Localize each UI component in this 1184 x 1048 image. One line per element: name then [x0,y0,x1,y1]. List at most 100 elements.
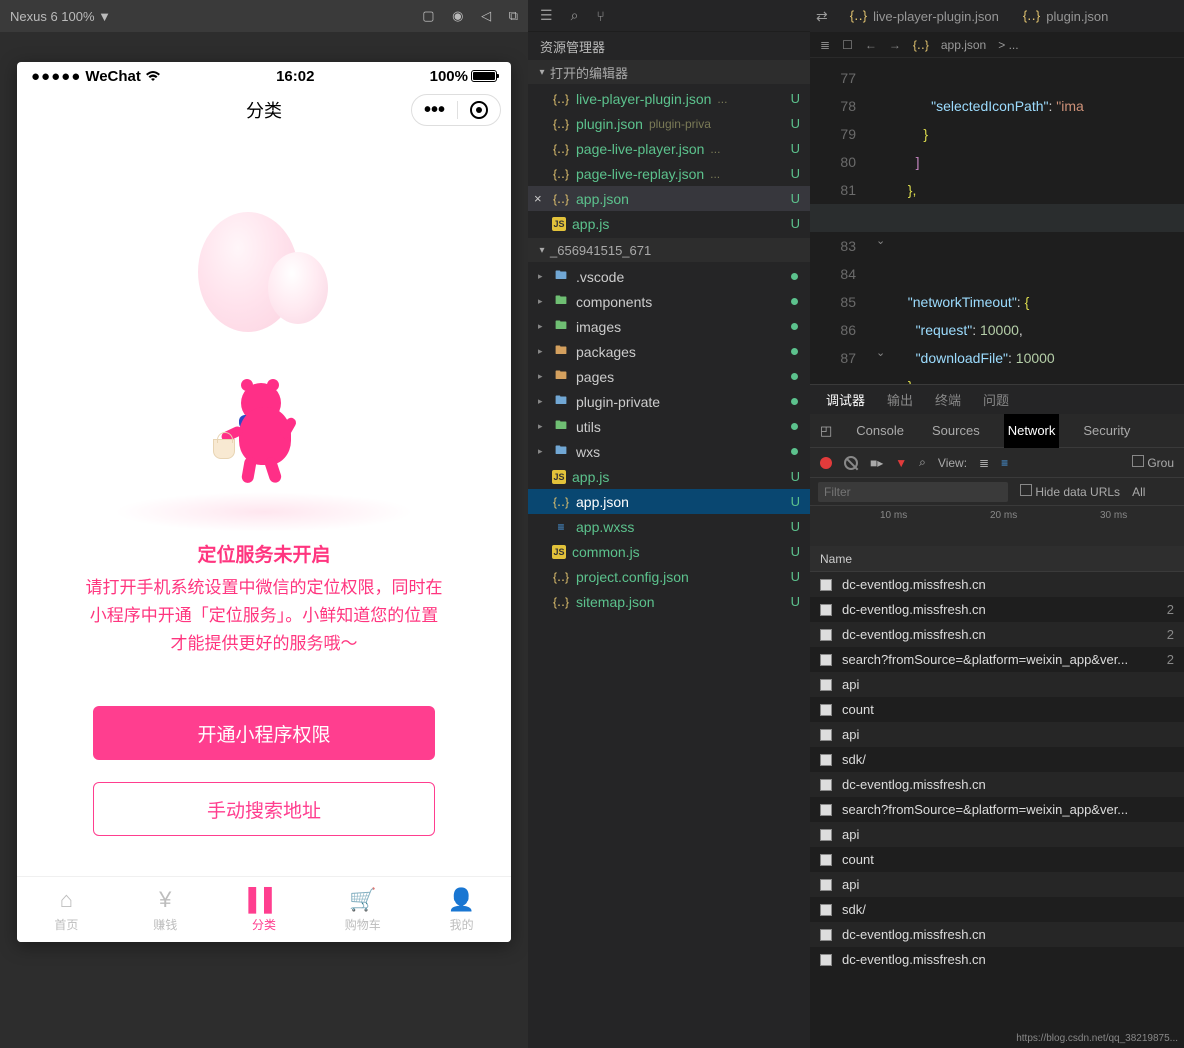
editor-tab[interactable]: {‥}live-player-plugin.json [838,0,1011,32]
search-icon[interactable]: ⌕ [919,455,926,470]
cart-icon: 🛒 [349,887,376,913]
record-icon[interactable] [820,457,832,469]
breadcrumb-more[interactable]: > ... [998,38,1018,52]
folder-item[interactable]: ▸🖿plugin-private [528,389,810,414]
resource-type-icon [820,704,832,716]
bookmark-icon[interactable]: ☐ [842,38,853,52]
tab-profile[interactable]: 👤我的 [412,877,511,942]
view-list-icon[interactable]: ≣ [979,456,989,470]
network-row[interactable]: api [810,672,1184,697]
devtools-tab-security[interactable]: Security [1079,414,1134,448]
devtools-tab-sources[interactable]: Sources [928,414,984,448]
network-row[interactable]: dc-eventlog.missfresh.cn [810,772,1184,797]
code-lines: "selectedIconPath": "ima } ] }, "network… [900,64,1184,384]
open-editor-item[interactable]: {‥}live-player-plugin.json...U [528,86,810,111]
folder-item[interactable]: ▸🖿pages [528,364,810,389]
open-editors-header[interactable]: ▾打开的编辑器 [528,60,810,84]
open-editor-item[interactable]: JSapp.jsU [528,211,810,236]
search-icon[interactable]: ⌕ [571,7,579,24]
hide-urls-checkbox[interactable] [1020,484,1032,496]
network-row[interactable]: sdk/ [810,897,1184,922]
project-tree: ▸🖿.vscode ▸🖿components ▸🖿images ▸🖿packag… [528,262,810,616]
resource-type-icon [820,804,832,816]
file-item[interactable]: {‥}sitemap.jsonU [528,589,810,614]
file-item-active[interactable]: {‥}app.jsonU [528,489,810,514]
network-row[interactable]: api [810,872,1184,897]
forward-icon[interactable]: → [889,38,901,52]
network-row[interactable]: api [810,822,1184,847]
panel-tab-output[interactable]: 输出 [887,390,913,409]
message-line: 请打开手机系统设置中微信的定位权限，同时在 [47,574,481,602]
tab-earn[interactable]: ¥赚钱 [116,877,215,942]
project-header[interactable]: ▾_656941515_671 [528,238,810,262]
more-icon[interactable]: ••• [424,99,445,122]
panel-tab-debugger[interactable]: 调试器 [826,390,865,409]
file-item[interactable]: {‥}project.config.jsonU [528,564,810,589]
network-row[interactable]: sdk/ [810,747,1184,772]
network-row[interactable]: api [810,722,1184,747]
tab-label: 首页 [54,916,78,933]
devtools-tab-console[interactable]: Console [852,414,908,448]
open-editor-item-active[interactable]: ×{‥}app.jsonU [528,186,810,211]
enable-permission-button[interactable]: 开通小程序权限 [93,706,435,760]
code-editor[interactable]: 7778798081828384858687 ⌄ ⌄ "selectedIcon… [810,58,1184,384]
folder-item[interactable]: ▸🖿packages [528,339,810,364]
network-table-header[interactable]: Name [810,546,1184,572]
tab-category[interactable]: ▌▌分类 [215,877,314,942]
filter-funnel-icon[interactable]: ▼ [895,456,907,470]
group-checkbox[interactable] [1132,455,1144,467]
open-editor-item[interactable]: {‥}page-live-player.json...U [528,136,810,161]
breadcrumb-file[interactable]: app.json [941,38,986,52]
network-toolbar: ■▸ ▼ ⌕ View: ≣ ≡ Grou [810,448,1184,478]
network-row[interactable]: dc-eventlog.missfresh.cn [810,572,1184,597]
resource-type-icon [820,779,832,791]
tab-home[interactable]: ⌂首页 [17,877,116,942]
clear-icon[interactable] [844,456,858,470]
open-editor-item[interactable]: {‥}plugin.jsonplugin-privaU [528,111,810,136]
network-row[interactable]: search?fromSource=&platform=weixin_app&v… [810,647,1184,672]
network-row[interactable]: count [810,847,1184,872]
fold-icon[interactable]: ⌄ [876,346,885,359]
devtools-tab-network[interactable]: Network [1004,414,1060,448]
folder-item[interactable]: ▸🖿.vscode [528,264,810,289]
file-item[interactable]: JSapp.jsU [528,464,810,489]
folder-item[interactable]: ▸🖿wxs [528,439,810,464]
filter-input[interactable] [818,482,1008,502]
file-item[interactable]: JScommon.jsU [528,539,810,564]
mute-icon[interactable]: ◁ [481,8,491,23]
close-icon[interactable]: × [534,191,542,206]
folder-item[interactable]: ▸🖿utils [528,414,810,439]
record-icon[interactable]: ◉ [452,8,463,23]
inspect-icon[interactable]: ◰ [820,423,832,439]
file-item[interactable]: ≡app.wxssU [528,514,810,539]
manual-search-button[interactable]: 手动搜索地址 [93,782,435,836]
back-icon[interactable]: ← [865,38,877,52]
outline-icon[interactable]: ☰ [540,7,553,24]
editor-tab[interactable]: {‥}plugin.json [1011,0,1121,32]
close-miniapp-icon[interactable] [470,101,488,119]
folder-item[interactable]: ▸🖿components [528,289,810,314]
detach-icon[interactable]: ⧉ [509,8,518,23]
view-waterfall-icon[interactable]: ≡ [1001,456,1008,470]
filter-all[interactable]: All [1132,485,1145,499]
camera-icon[interactable]: ■▸ [870,456,883,470]
network-row[interactable]: search?fromSource=&platform=weixin_app&v… [810,797,1184,822]
network-row[interactable]: dc-eventlog.missfresh.cn [810,947,1184,972]
device-selector[interactable]: Nexus 6 100% ▼ [10,9,408,24]
git-branch-icon[interactable]: ⑂ [596,8,604,24]
folder-item[interactable]: ▸🖿images [528,314,810,339]
git-compare-icon[interactable]: ⇄ [816,8,828,25]
panel-tab-problems[interactable]: 问题 [983,390,1009,409]
network-timeline[interactable]: 10 ms 20 ms 30 ms [810,506,1184,546]
network-row[interactable]: dc-eventlog.missfresh.cn2 [810,622,1184,647]
network-row[interactable]: dc-eventlog.missfresh.cn2 [810,597,1184,622]
battery-pct-label: 100% [430,68,468,85]
network-row[interactable]: dc-eventlog.missfresh.cn [810,922,1184,947]
panel-tab-terminal[interactable]: 终端 [935,390,961,409]
fold-icon[interactable]: ⌄ [876,234,885,247]
open-editor-item[interactable]: {‥}page-live-replay.json...U [528,161,810,186]
phone-orientation-icon[interactable]: ▢ [422,8,434,23]
network-row[interactable]: count [810,697,1184,722]
list-icon[interactable]: ≣ [820,38,830,52]
tab-cart[interactable]: 🛒购物车 [313,877,412,942]
